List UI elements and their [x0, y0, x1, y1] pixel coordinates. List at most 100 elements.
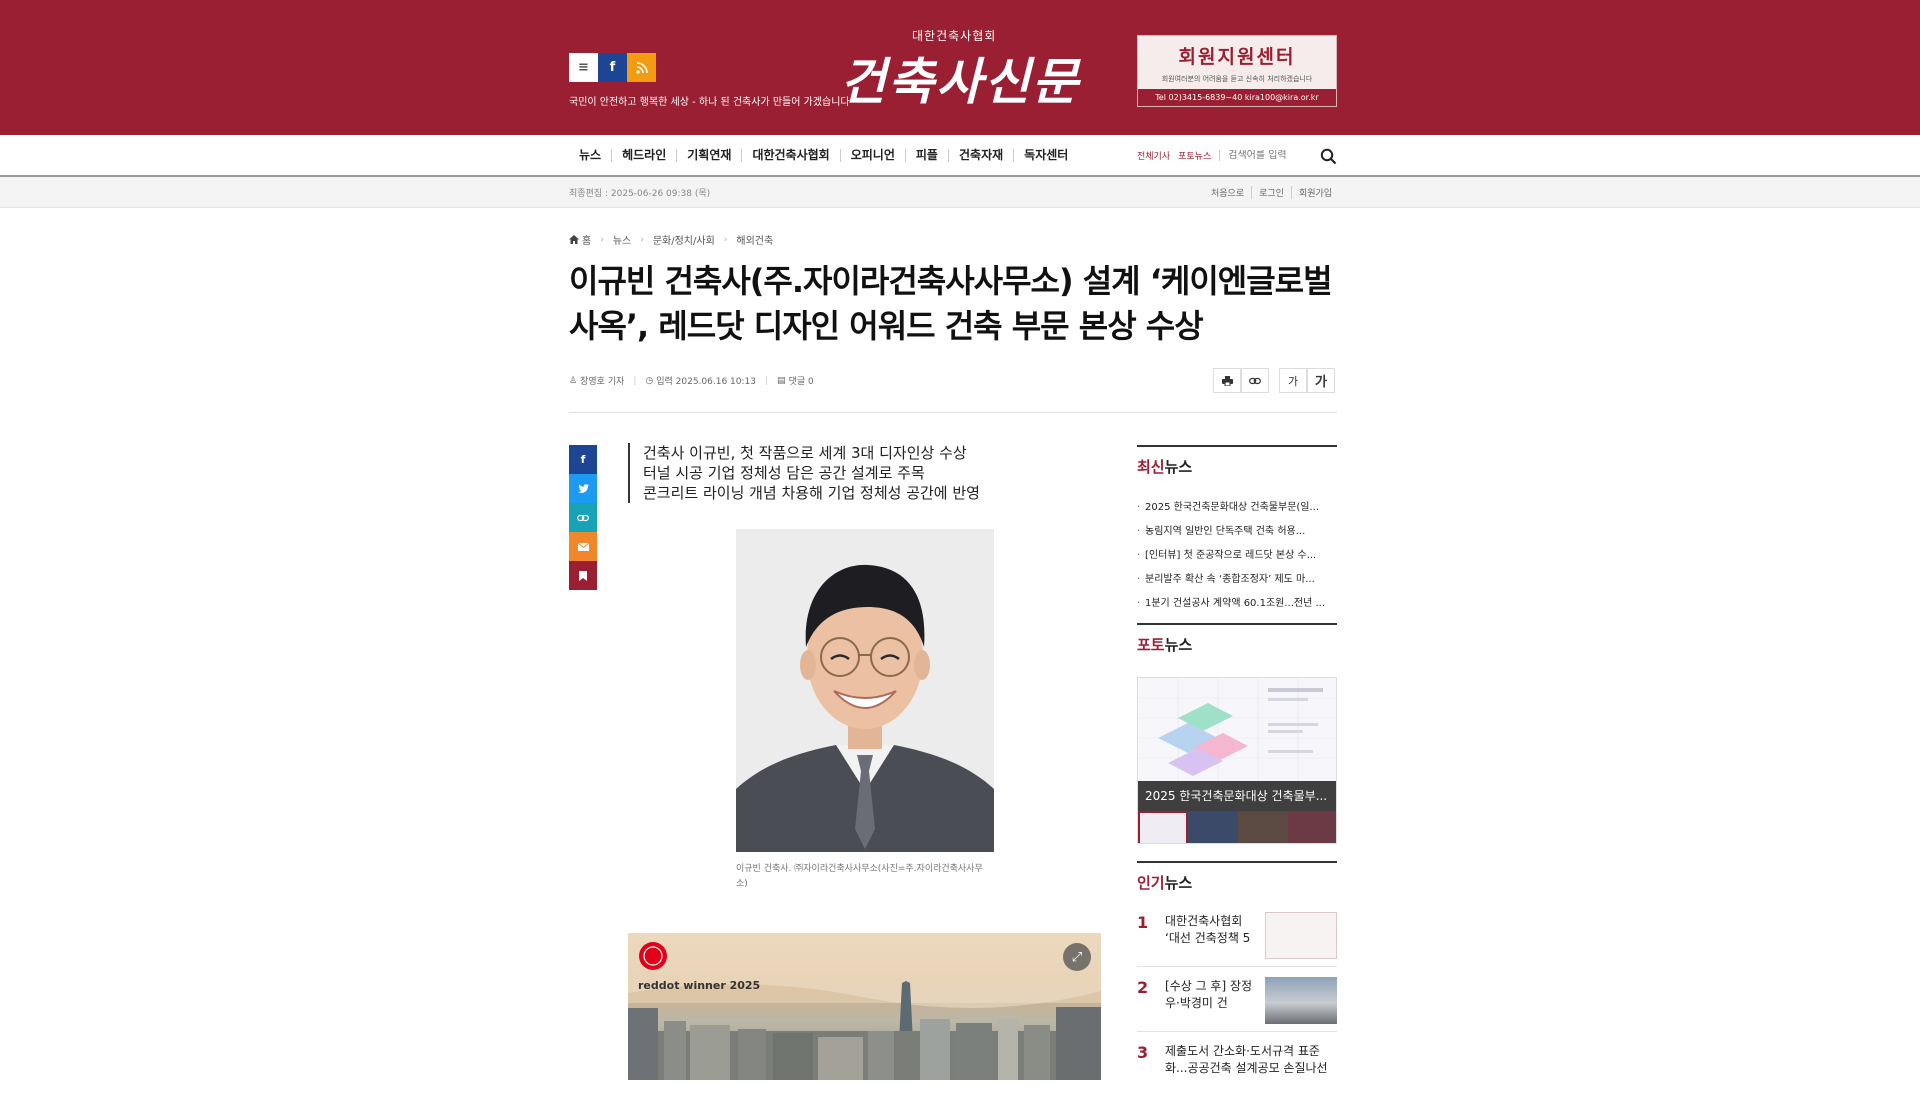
- reddot-badge: reddot winner 2025: [638, 979, 761, 992]
- share-bar: f: [569, 445, 597, 590]
- popular-title[interactable]: 대한건축사협회 ‘대선 건축정책 5: [1165, 913, 1260, 949]
- nav-item-series[interactable]: 기획연재: [677, 148, 743, 162]
- photo-news-slider[interactable]: 2025 한국건축문화대상 건축물부...: [1137, 677, 1337, 844]
- thumbnail[interactable]: [1288, 811, 1336, 843]
- nav-item-materials[interactable]: 건축자재: [949, 148, 1015, 162]
- chevron-right-icon: ›: [640, 234, 644, 245]
- breadcrumb-subsection[interactable]: 해외건축: [736, 232, 773, 247]
- photo-thumbnails: [1138, 811, 1336, 843]
- search-icon[interactable]: [1320, 148, 1337, 165]
- rss-icon[interactable]: [627, 53, 656, 82]
- comment-icon: ▤: [777, 375, 786, 386]
- header-icons: ≡ f: [569, 53, 656, 82]
- list-item[interactable]: 1 대한건축사협회 ‘대선 건축정책 5: [1137, 902, 1337, 967]
- nav-item-opinion[interactable]: 오피니언: [841, 148, 906, 162]
- latest-head-red: 최신: [1137, 458, 1165, 476]
- link-icon[interactable]: [1241, 368, 1269, 393]
- list-item[interactable]: 2025 한국건축문화대상 건축물부문(일...: [1137, 496, 1337, 520]
- member-support-banner[interactable]: 회원지원센터 회원여러분의 어려움을 듣고 신속히 처리하겠습니다 Tel 02…: [1137, 35, 1337, 107]
- site-logo[interactable]: 건축사신문: [840, 42, 1080, 114]
- home-link[interactable]: 처음으로: [1204, 186, 1253, 199]
- list-item[interactable]: [인터뷰] 첫 준공작으로 레드닷 본상 수...: [1137, 544, 1337, 568]
- popular-title[interactable]: [수상 그 후] 장정우·박경미 건: [1165, 978, 1260, 1014]
- clock-icon: ◷: [645, 375, 654, 386]
- architect-portrait-image[interactable]: [736, 529, 994, 852]
- nav-item-news[interactable]: 뉴스: [569, 148, 613, 162]
- article-meta: ♙ 장영호 기자 | ◷ 입력 2025.06.16 10:13 | ▤ 댓글 …: [569, 374, 814, 388]
- thumbnail[interactable]: [1265, 977, 1337, 1024]
- expand-icon[interactable]: ⤢: [1063, 943, 1091, 971]
- list-item[interactable]: 농림지역 일반인 단독주택 건축 허용...: [1137, 520, 1337, 544]
- search-input[interactable]: [1219, 149, 1300, 161]
- summary-line: 터널 시공 기업 정체성 담은 공간 설계로 주목: [643, 464, 925, 482]
- chevron-right-icon: ›: [600, 234, 604, 245]
- last-edit-date: 최종편집 : 2025-06-26 09:38 (목): [569, 189, 711, 199]
- font-increase-button[interactable]: 가: [1307, 368, 1335, 393]
- popular-head-red: 인기: [1137, 874, 1165, 892]
- breadcrumb-news[interactable]: 뉴스: [613, 232, 631, 247]
- menu-icon[interactable]: ≡: [569, 53, 598, 82]
- breadcrumb-home[interactable]: 홈: [582, 232, 591, 247]
- thumbnail[interactable]: [1138, 811, 1188, 843]
- list-item[interactable]: 1분기 건설공사 계약액 60.1조원...전년 ...: [1137, 592, 1337, 616]
- popular-title[interactable]: 제출도서 간소화·도서규격 표준화...공공건축 설계공모 손질나선: [1165, 1043, 1337, 1079]
- banner-desc: 회원여러분의 어려움을 듣고 신속히 처리하겠습니다: [1161, 75, 1313, 83]
- nav-item-readers[interactable]: 독자센터: [1014, 148, 1078, 162]
- photo-news-caption: 2025 한국건축문화대상 건축물부...: [1138, 781, 1336, 811]
- building-image[interactable]: reddot winner 2025 ⤢: [628, 933, 1101, 1080]
- latest-head: 뉴스: [1164, 458, 1193, 476]
- article-tools: 가 가: [1213, 368, 1335, 393]
- breadcrumb-section[interactable]: 문화/정치/사회: [653, 232, 715, 247]
- popular-head: 뉴스: [1164, 874, 1193, 892]
- list-item[interactable]: 3 제출도서 간소화·도서규격 표준화...공공건축 설계공모 손질나선: [1137, 1032, 1337, 1097]
- login-link[interactable]: 로그인: [1252, 186, 1292, 199]
- latest-news-list: 2025 한국건축문화대상 건축물부문(일... 농림지역 일반인 단독주택 건…: [1137, 496, 1337, 616]
- user-icon: ♙: [569, 375, 578, 386]
- chevron-right-icon: ›: [723, 234, 728, 245]
- facebook-share-icon[interactable]: f: [569, 445, 597, 474]
- facebook-icon[interactable]: f: [598, 53, 627, 82]
- thumbnail[interactable]: [1265, 912, 1337, 959]
- rank-number: 1: [1137, 913, 1149, 932]
- meta-divider: |: [765, 375, 769, 386]
- home-icon: [569, 235, 579, 244]
- rank-number: 2: [1137, 978, 1149, 997]
- slogan: 국민이 안전하고 행복한 세상 - 하나 된 건축사가 만들어 가겠습니다: [569, 97, 850, 108]
- list-item[interactable]: 분리발주 확산 속 ‘종합조정자’ 제도 마...: [1137, 568, 1337, 592]
- article-summary: 건축사 이규빈, 첫 작품으로 세계 3대 디자인상 수상 터널 시공 기업 정…: [628, 443, 980, 503]
- nav-item-association[interactable]: 대한건축사협회: [742, 148, 841, 162]
- popular-news-heading: 인기뉴스: [1137, 861, 1337, 898]
- print-icon[interactable]: [1213, 368, 1241, 393]
- photo-news-heading: 포토뉴스: [1137, 623, 1337, 660]
- reddot-logo-icon: [639, 942, 667, 970]
- list-item[interactable]: 2 [수상 그 후] 장정우·박경미 건: [1137, 967, 1337, 1032]
- nav-item-headline[interactable]: 헤드라인: [612, 148, 678, 162]
- sub-bar: 최종편집 : 2025-06-26 09:38 (목) 처음으로 로그인 회원가…: [0, 177, 1920, 208]
- article-comments[interactable]: 댓글 0: [789, 374, 814, 387]
- nav-item-people[interactable]: 피플: [906, 148, 949, 162]
- main-nav: 뉴스 헤드라인 기획연재 대한건축사협회 오피니언 피플 건축자재 독자센터 전…: [0, 135, 1920, 177]
- nav-menu: 뉴스 헤드라인 기획연재 대한건축사협회 오피니언 피플 건축자재 독자센터: [569, 135, 1078, 175]
- font-decrease-button[interactable]: 가: [1279, 368, 1307, 393]
- meta-divider: |: [633, 375, 637, 386]
- article-author[interactable]: 장영호 기자: [580, 374, 624, 387]
- breadcrumb: 홈 › 뉴스 › 문화/정치/사회 › 해외건축: [569, 232, 773, 247]
- all-articles-link[interactable]: 전체기사: [1137, 149, 1170, 162]
- summary-line: 콘크리트 라이닝 개념 차용해 기업 정체성 공간에 반영: [643, 484, 980, 502]
- mail-share-icon[interactable]: [569, 532, 597, 561]
- thumbnail[interactable]: [1238, 811, 1288, 843]
- photo-head: 뉴스: [1164, 636, 1193, 654]
- banner-title: 회원지원센터: [1178, 46, 1296, 68]
- divider: [569, 412, 1337, 413]
- article-title: 이규빈 건축사(주.자이라건축사사무소) 설계 ‘케이엔글로벌 사옥’, 레드닷…: [569, 262, 1333, 345]
- thumbnail[interactable]: [1188, 811, 1238, 843]
- signup-link[interactable]: 회원가입: [1292, 186, 1332, 199]
- rank-number: 3: [1137, 1043, 1149, 1062]
- twitter-share-icon[interactable]: [569, 474, 597, 503]
- latest-news-heading: 최신뉴스: [1137, 445, 1337, 482]
- nav-utility: 전체기사 포토뉴스: [1137, 135, 1300, 175]
- tool-spacer: [1269, 368, 1279, 393]
- link-share-icon[interactable]: [569, 503, 597, 532]
- bookmark-icon[interactable]: [569, 561, 597, 590]
- photo-news-link[interactable]: 포토뉴스: [1178, 149, 1211, 162]
